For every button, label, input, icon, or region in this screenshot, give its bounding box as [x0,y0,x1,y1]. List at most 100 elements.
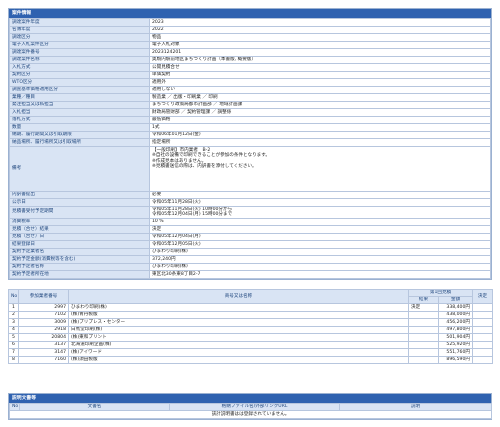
info-key: 落札方式 [9,115,150,124]
bidder-no: 5 [8,333,19,342]
bidder-result: 決定 [408,303,439,312]
bidder-result [408,333,439,342]
bidder-no: 2 [8,310,19,319]
info-row: 契約予定者名称 ひまわり印刷(株) [9,262,491,271]
col-decision: 決定 [472,289,493,304]
bidder-row: 7 3147 (株)アイワード 551,760円 [8,348,493,357]
bidder-amount: 525,920円 [438,340,473,349]
info-row: 結果登録日 令和05年12月05日(火) [9,240,491,249]
bidder-amount: 497,800円 [438,325,473,334]
bidders-panel: No 参加業者番号 商号又は名称 第1回見積 決定 結果 金額 1 2997 ひまわ… [8,289,493,364]
bidder-amount: 551,760円 [438,348,473,357]
bidder-decision [472,355,493,364]
case-info-table: 調達案件年度 2023 名簿年度 2022 調達区分 物品 電子入札案件区分 電子入札対象 調達… [9,18,491,279]
info-row: 電子入札案件区分 電子入札対象 [9,40,491,49]
docs-empty-message: 該計説明書はは登録されていません。 [9,410,492,419]
info-value: 奥駒内駅前地区まちづくり計画（本書版, 概要版） [149,55,491,64]
info-key: 契約区分 [9,70,150,79]
info-value-line: 令和05年12月04日(月) 15時00分まで [152,212,233,217]
info-key: 納品場所、履行場所又は引取場所 [9,138,150,147]
bidder-reg-number: 3137 [18,340,69,349]
info-value: 2023 [149,18,491,27]
info-row: 数量 1式 [9,123,491,132]
info-value: 2022 [149,25,491,34]
bidder-amount: 501,904円 [438,333,473,342]
info-row: 入札担当 財政局管財部 ／ 契約管理課 ／ 調整係 [9,108,491,117]
docs-col-desc: 説明 [339,403,492,411]
info-key: 電子入札案件区分 [9,40,150,49]
info-value: 指定場所 [149,138,491,147]
info-value: 令和05年11月28日(火) [149,198,491,207]
info-key: 見積（合せ）結果 [9,225,150,234]
case-info-header: 案件情報 [9,9,491,18]
col-amount: 金額 [438,296,473,304]
bidder-name[interactable]: ひまわり印刷(株) [68,303,409,312]
info-value: 2023124201 [149,48,491,57]
bidder-decision [472,333,493,342]
bidder-name[interactable]: 北海道印刷企画(株) [68,340,409,349]
info-value: 令和06年01月12日(金) [149,130,491,139]
bidder-reg-number: 3009 [18,318,69,327]
info-key: 結果登録日 [9,240,150,249]
info-row: 納品場所、履行場所又は引取場所 指定場所 [9,138,491,147]
info-value: 決定 [149,225,491,234]
bidder-name[interactable]: (株)青丹製版 [68,310,409,319]
bidder-result [408,348,439,357]
bidder-row: 6 3137 北海道印刷企画(株) 525,920円 [8,340,493,349]
docs-header: 説明文書等 [9,394,491,403]
info-key: 納期、履行期間又は引取期限 [9,130,150,139]
info-row: 見積書受付予定期間 令和05年11月28日(火) 10時00分から 令和05年12月… [9,205,491,219]
info-row: 内訳書提出 必要 [9,190,491,199]
info-key: 入札担当 [9,108,150,117]
info-value: 適用しない [149,85,491,94]
info-value: 【一般印刷】市内業者 B-2 ※自社の設備で印刷できることが参加の条件となります。… [149,145,491,192]
info-row: 調達案件番号 2023124201 [9,48,491,57]
info-row: 発注担当又は私担当 まちづくり政策局都市計画部 ／ 地域計画課 [9,100,491,109]
bidder-decision [472,325,493,334]
col-no: No [8,289,19,304]
bidder-no: 1 [8,303,19,312]
bidder-no: 6 [8,340,19,349]
bidder-result [408,310,439,319]
info-row: 業種／種目 製造業 ／ 出版・印刷業 ／ 印刷 [9,93,491,102]
bidder-name[interactable]: (株)アイワード [68,348,409,357]
info-key: 発注担当又は私担当 [9,100,150,109]
bidder-reg-number: 2918 [18,325,69,334]
info-row: 備考 【一般印刷】市内業者 B-2 ※自社の設備で印刷できることが参加の条件となりま… [9,145,491,192]
bidder-name[interactable]: 白馬堂印刷(株) [68,325,409,334]
info-value: 単価契約 [149,70,491,79]
info-key: 調査基準価格適用区分 [9,85,150,94]
info-key: 契約予定者所在地 [9,270,150,279]
bidder-reg-number: 7160 [18,355,69,364]
page: 案件情報 調達案件年度 2023 名簿年度 2022 調達区分 物品 電子入札案件区分 電子入… [0,0,500,427]
info-key: 契約予定業者名 [9,247,150,256]
info-key: 消費税率 [9,217,150,226]
case-info-panel: 案件情報 調達案件年度 2023 名簿年度 2022 調達区分 物品 電子入札案件区分 電子入… [8,8,492,280]
bidder-reg-number: 3147 [18,348,69,357]
info-value: 東区北30条東8丁目2-7 [149,270,491,279]
bidder-name[interactable]: (株)プリプレス・センター [68,318,409,327]
bidder-row: 8 7160 (株)須田製版 896,590円 [8,355,493,364]
info-row: 見積（合せ）結果 決定 [9,225,491,234]
bidder-amount: 896,590円 [438,355,473,364]
col-round: 第1回見積 [408,289,473,297]
info-row: 契約区分 単価契約 [9,70,491,79]
info-value: 令和05年11月28日(火) 10時00分から 令和05年12月04日(月) 15… [149,205,491,219]
info-row: 納期、履行期間又は引取期限 令和06年01月12日(金) [9,130,491,139]
info-value: 372,240円 [149,255,491,264]
info-value: 公開見積合せ [149,63,491,72]
info-row: 調達案件年度 2023 [9,18,491,27]
info-row: WTO区分 適用外 [9,78,491,87]
bidder-reg-number: 20804 [18,333,69,342]
bidder-row: 4 2918 白馬堂印刷(株) 497,800円 [8,325,493,334]
bidder-name[interactable]: (株)東和プリント [68,333,409,342]
bidder-decision [472,310,493,319]
info-row: 契約予定者所在地 東区北30条東8丁目2-7 [9,270,491,279]
bidder-amount: 456,200円 [438,318,473,327]
bidder-name[interactable]: (株)須田製版 [68,355,409,364]
info-value: 令和05年12月05日(火) [149,240,491,249]
info-row: 見積（合せ）日 令和05年12月04日(月) [9,232,491,241]
bidder-row: 2 7102 (株)青丹製版 438,000円 [8,310,493,319]
info-key: 調達区分 [9,33,150,42]
info-key: WTO区分 [9,78,150,87]
